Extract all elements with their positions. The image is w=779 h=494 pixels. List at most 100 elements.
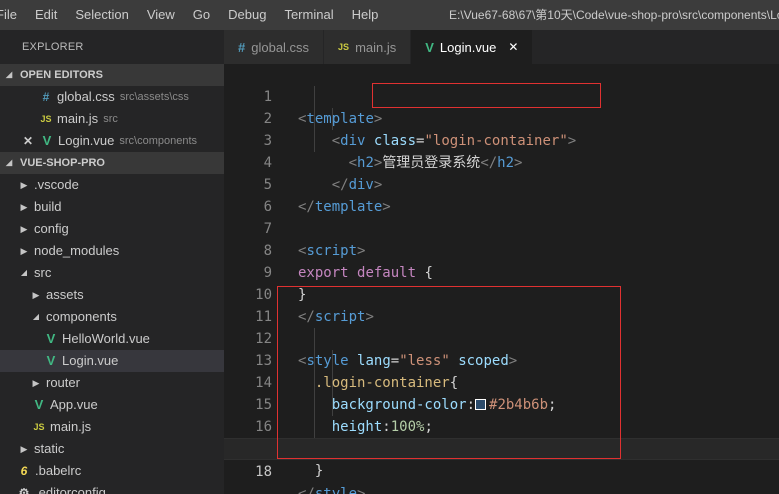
- gear-icon: ⚙: [18, 486, 30, 494]
- project-label: VUE-SHOP-PRO: [20, 157, 105, 169]
- vue-icon: V: [42, 133, 52, 148]
- tab-label: Login.vue: [439, 39, 497, 55]
- tree-folder-components[interactable]: ◢ components: [0, 306, 224, 328]
- tree-label: HelloWorld.vue: [62, 331, 150, 346]
- code-line: 9 }: [224, 240, 779, 303]
- highlight-box-class: [372, 83, 601, 108]
- chevron-down-icon: ◢: [6, 158, 13, 167]
- tree-label: App.vue: [50, 397, 98, 412]
- code-line: 4 </div>: [224, 130, 779, 193]
- tab-global-css[interactable]: # global.css: [224, 30, 325, 64]
- tree-file-babelrc[interactable]: 6 .babelrc: [0, 460, 224, 482]
- close-icon[interactable]: ✕: [20, 130, 36, 152]
- css-icon: #: [238, 39, 246, 55]
- tree-file-login[interactable]: V Login.vue: [0, 350, 224, 372]
- open-editor-item[interactable]: JS main.js src: [0, 108, 224, 130]
- open-editor-name: main.js: [57, 111, 99, 126]
- menu-go[interactable]: Go: [184, 0, 219, 30]
- tree-label: static: [34, 441, 65, 456]
- tab-login-vue[interactable]: V Login.vue ✕: [411, 30, 534, 64]
- code-line: 6: [224, 174, 779, 215]
- tree-folder-src[interactable]: ◢ src: [0, 262, 224, 284]
- open-editor-item[interactable]: # global.css src\assets\css: [0, 86, 224, 108]
- open-editor-path: src\components: [119, 135, 198, 147]
- explorer-sidebar: EXPLORER ◢ OPEN EDITORS # global.css src…: [0, 30, 224, 494]
- menu-edit[interactable]: Edit: [26, 0, 66, 30]
- code-line: 10 </script>: [224, 262, 779, 325]
- menu-selection[interactable]: Selection: [66, 0, 137, 30]
- tree-label: router: [46, 375, 80, 390]
- vue-icon: V: [46, 353, 56, 368]
- code-line: 5 </template>: [224, 152, 779, 215]
- tree-label: .editorconfig: [35, 485, 106, 494]
- tree-folder-vscode[interactable]: ▶ .vscode: [0, 174, 224, 196]
- chevron-right-icon: ▶: [20, 246, 28, 256]
- tree-label: node_modules: [34, 243, 120, 258]
- menu-help[interactable]: Help: [343, 0, 388, 30]
- tab-label: global.css: [251, 39, 310, 55]
- code-token: }: [314, 463, 324, 479]
- code-editor[interactable]: 1 <template> 2 <div class="login-contain…: [224, 64, 779, 494]
- tree-folder-node-modules[interactable]: ▶ node_modules: [0, 240, 224, 262]
- highlight-box-style: [277, 286, 621, 459]
- chevron-right-icon: ▶: [20, 180, 28, 190]
- tree-label: assets: [46, 287, 84, 302]
- explorer-title: EXPLORER: [22, 41, 84, 53]
- js-icon: JS: [338, 42, 350, 52]
- tree-file-editorconfig[interactable]: ⚙ .editorconfig: [0, 482, 224, 494]
- open-editor-item[interactable]: ✕ V Login.vue src\components: [0, 130, 224, 152]
- open-editors-header[interactable]: ◢ OPEN EDITORS: [0, 64, 224, 86]
- tree-label: config: [34, 221, 69, 236]
- tree-label: main.js: [50, 419, 92, 434]
- code-line: 7 <script>: [224, 196, 779, 259]
- editor-tabs: # global.css JS main.js V Login.vue ✕: [224, 30, 779, 64]
- tree-label: build: [34, 199, 62, 214]
- tree-label: src: [34, 265, 52, 280]
- vue-icon: V: [46, 331, 56, 346]
- menu-view[interactable]: View: [138, 0, 184, 30]
- vue-icon: V: [425, 39, 434, 55]
- tree-label: components: [46, 309, 117, 324]
- chevron-right-icon: ▶: [20, 224, 28, 234]
- js-icon: JS: [40, 114, 52, 124]
- window-title: E:\Vue67-68\67\第10天\Code\vue-shop-pro\sr…: [449, 8, 779, 22]
- tree-label: .vscode: [34, 177, 79, 192]
- tree-folder-assets[interactable]: ▶ assets: [0, 284, 224, 306]
- tree-folder-config[interactable]: ▶ config: [0, 218, 224, 240]
- open-editor-path: src: [103, 113, 118, 125]
- tree-label: .babelrc: [35, 463, 82, 478]
- open-editors-label: OPEN EDITORS: [20, 69, 103, 81]
- chevron-right-icon: ▶: [32, 290, 40, 300]
- menu-bar: File Edit Selection View Go Debug Termin…: [0, 0, 779, 30]
- tree-label: Login.vue: [62, 353, 119, 368]
- vue-icon: V: [34, 397, 44, 412]
- chevron-down-icon: ◢: [32, 312, 40, 321]
- menu-file[interactable]: File: [0, 0, 26, 30]
- tree-file-app[interactable]: V App.vue: [0, 394, 224, 416]
- open-editor-path: src\assets\css: [119, 91, 189, 103]
- chevron-right-icon: ▶: [32, 378, 40, 388]
- css-icon: #: [42, 90, 50, 104]
- project-header[interactable]: ◢ VUE-SHOP-PRO: [0, 152, 224, 174]
- code-line: 3 <h2>管理员登录系统</h2>: [224, 108, 779, 171]
- open-editor-name: global.css: [57, 89, 115, 104]
- chevron-right-icon: ▶: [20, 444, 28, 454]
- code-line: 8 export default {: [224, 218, 779, 281]
- chevron-down-icon: ◢: [6, 70, 13, 79]
- tree-folder-router[interactable]: ▶ router: [0, 372, 224, 394]
- js-icon: JS: [33, 422, 45, 432]
- babel-icon: 6: [20, 464, 28, 478]
- tree-folder-static[interactable]: ▶ static: [0, 438, 224, 460]
- close-icon[interactable]: ✕: [508, 40, 518, 54]
- tab-label: main.js: [355, 39, 397, 55]
- tree-file-main-js[interactable]: JS main.js: [0, 416, 224, 438]
- chevron-down-icon: ◢: [20, 268, 28, 277]
- tab-main-js[interactable]: JS main.js: [324, 30, 412, 64]
- open-editor-name: Login.vue: [58, 133, 115, 148]
- line-number: 18: [255, 464, 272, 480]
- code-token: style: [314, 486, 358, 494]
- tree-file-helloworld[interactable]: V HelloWorld.vue: [0, 328, 224, 350]
- tree-folder-build[interactable]: ▶ build: [0, 196, 224, 218]
- menu-debug[interactable]: Debug: [219, 0, 275, 30]
- menu-terminal[interactable]: Terminal: [275, 0, 342, 30]
